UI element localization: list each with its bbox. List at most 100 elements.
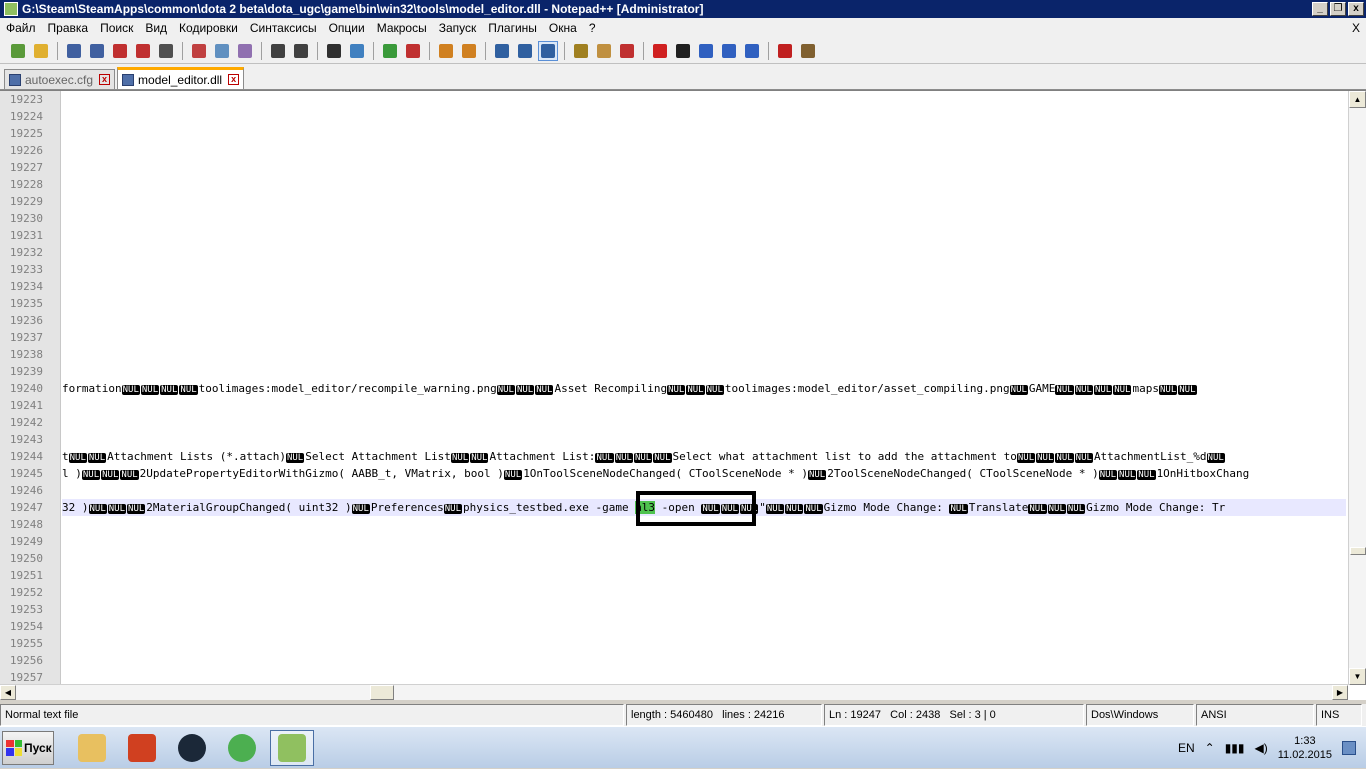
line-number[interactable]: 19247 xyxy=(0,499,60,516)
line-number[interactable]: 19252 xyxy=(0,584,60,601)
scroll-down-button[interactable]: ▼ xyxy=(1349,668,1366,685)
restore-button[interactable]: ❐ xyxy=(1330,2,1346,16)
menu-settings[interactable]: Опции xyxy=(323,18,371,38)
taskbar-explorer[interactable] xyxy=(70,730,114,766)
minimize-button[interactable]: _ xyxy=(1312,2,1328,16)
scroll-up-button[interactable]: ▲ xyxy=(1349,91,1366,108)
close-document-button[interactable]: X xyxy=(1352,18,1360,38)
language-indicator[interactable]: EN xyxy=(1178,741,1195,755)
code-line[interactable] xyxy=(62,516,1346,533)
show-hidden-icons-icon[interactable]: ⌃ xyxy=(1205,741,1215,755)
code-line[interactable] xyxy=(62,176,1346,193)
menu-plugins[interactable]: Плагины xyxy=(482,18,543,38)
menu-edit[interactable]: Правка xyxy=(42,18,95,38)
open-file-button[interactable] xyxy=(31,41,51,61)
line-number[interactable]: 19235 xyxy=(0,295,60,312)
code-line[interactable] xyxy=(62,261,1346,278)
line-number[interactable]: 19245 xyxy=(0,465,60,482)
line-number[interactable]: 19257 xyxy=(0,669,60,685)
menu-view[interactable]: Вид xyxy=(139,18,173,38)
code-line[interactable]: 32 )NUL NUL NUL 2MaterialGroupChanged( uint… xyxy=(62,499,1346,516)
code-line[interactable] xyxy=(62,244,1346,261)
play-macro-button[interactable] xyxy=(696,41,716,61)
code-line[interactable] xyxy=(62,210,1346,227)
volume-icon[interactable]: ◀) xyxy=(1255,741,1268,755)
menu-macro[interactable]: Макросы xyxy=(371,18,433,38)
code-line[interactable]: tNUL NUL Attachment Lists (*.attach)NUL Sel… xyxy=(62,448,1346,465)
line-number[interactable]: 19253 xyxy=(0,601,60,618)
line-number[interactable]: 19248 xyxy=(0,516,60,533)
print-button[interactable] xyxy=(156,41,176,61)
user-lang-button[interactable] xyxy=(571,41,591,61)
close-file-button[interactable] xyxy=(110,41,130,61)
sync-v-button[interactable] xyxy=(436,41,456,61)
code-line[interactable] xyxy=(62,567,1346,584)
copy-button[interactable] xyxy=(212,41,232,61)
menu-encoding[interactable]: Кодировки xyxy=(173,18,244,38)
code-line[interactable] xyxy=(62,295,1346,312)
editor-area[interactable]: 19223 19224 19225 19226 19227 19228 19229 19230… xyxy=(0,90,1366,700)
tab-close-icon[interactable]: x xyxy=(228,74,240,85)
line-number[interactable]: 19236 xyxy=(0,312,60,329)
code-line[interactable] xyxy=(62,431,1346,448)
line-number[interactable]: 19230 xyxy=(0,210,60,227)
code-line[interactable] xyxy=(62,550,1346,567)
record-macro-button[interactable] xyxy=(650,41,670,61)
line-number[interactable]: 19254 xyxy=(0,618,60,635)
redo-button[interactable] xyxy=(291,41,311,61)
run-macro-multiple-button[interactable] xyxy=(719,41,739,61)
new-file-button[interactable] xyxy=(8,41,28,61)
show-all-chars-button[interactable] xyxy=(515,41,535,61)
code-line[interactable] xyxy=(62,414,1346,431)
line-number[interactable]: 19238 xyxy=(0,346,60,363)
line-number[interactable]: 19239 xyxy=(0,363,60,380)
taskbar-notepadpp[interactable] xyxy=(270,729,314,766)
save-all-button[interactable] xyxy=(87,41,107,61)
save-button[interactable] xyxy=(64,41,84,61)
code-line[interactable] xyxy=(62,227,1346,244)
menu-file[interactable]: Файл xyxy=(0,18,42,38)
code-line[interactable] xyxy=(62,584,1346,601)
line-number[interactable]: 19226 xyxy=(0,142,60,159)
sync-h-button[interactable] xyxy=(459,41,479,61)
code-line[interactable] xyxy=(62,601,1346,618)
code-line[interactable] xyxy=(62,669,1346,685)
taskbar-steam[interactable] xyxy=(170,730,214,766)
code-view[interactable]: formationNUL NUL NUL NUL toolimages:model_ed… xyxy=(62,91,1346,685)
code-line[interactable] xyxy=(62,329,1346,346)
find-button[interactable] xyxy=(324,41,344,61)
line-number[interactable]: 19223 xyxy=(0,91,60,108)
code-line[interactable] xyxy=(62,635,1346,652)
line-number[interactable]: 19243 xyxy=(0,431,60,448)
horizontal-scroll-thumb[interactable] xyxy=(370,685,394,700)
menu-language[interactable]: Синтаксисы xyxy=(244,18,323,38)
show-desktop-icon[interactable] xyxy=(1342,741,1356,755)
taskbar-ccleaner[interactable] xyxy=(120,730,164,766)
vertical-scrollbar[interactable]: ▲ ▼ xyxy=(1348,91,1366,685)
taskbar-chrome[interactable] xyxy=(220,730,264,766)
network-icon[interactable]: ▮▮▮ xyxy=(1225,741,1245,755)
tab-model-editor-dll[interactable]: model_editor.dll x xyxy=(117,67,245,89)
menu-help[interactable]: ? xyxy=(583,18,602,38)
function-list-button[interactable] xyxy=(617,41,637,61)
code-line[interactable] xyxy=(62,193,1346,210)
code-line[interactable] xyxy=(62,108,1346,125)
tab-autoexec-cfg[interactable]: autoexec.cfg x xyxy=(4,69,116,89)
horizontal-scrollbar[interactable]: ◀ ▶ xyxy=(0,684,1348,700)
line-number[interactable]: 19242 xyxy=(0,414,60,431)
line-number[interactable]: 19233 xyxy=(0,261,60,278)
stop-macro-button[interactable] xyxy=(673,41,693,61)
line-number[interactable]: 19251 xyxy=(0,567,60,584)
cut-button[interactable] xyxy=(189,41,209,61)
code-line[interactable] xyxy=(62,125,1346,142)
line-number[interactable]: 19256 xyxy=(0,652,60,669)
close-button[interactable]: x xyxy=(1348,2,1364,16)
code-line[interactable]: l )NUL NUL NUL 2UpdatePropertyEditorWithGiz… xyxy=(62,465,1346,482)
line-number[interactable]: 19241 xyxy=(0,397,60,414)
code-line[interactable] xyxy=(62,397,1346,414)
scroll-right-button[interactable]: ▶ xyxy=(1332,685,1348,700)
code-line[interactable] xyxy=(62,482,1346,499)
clock[interactable]: 1:33 11.02.2015 xyxy=(1278,734,1332,762)
save-macro-button[interactable] xyxy=(742,41,762,61)
menu-search[interactable]: Поиск xyxy=(94,18,139,38)
